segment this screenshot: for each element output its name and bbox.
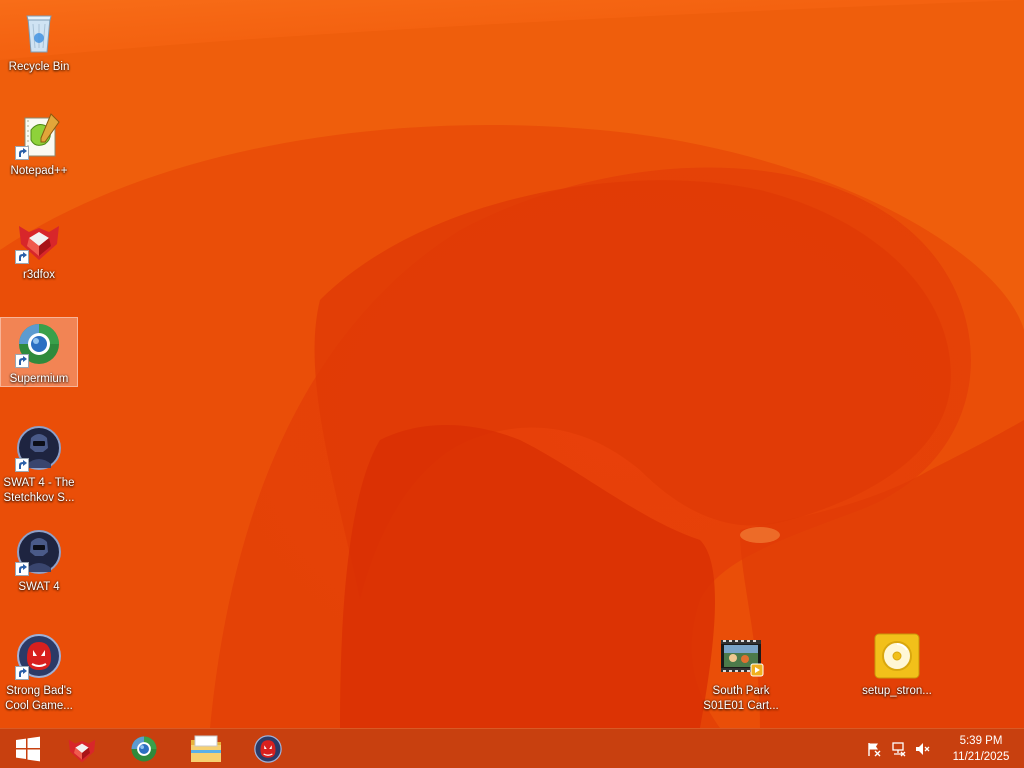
taskbar-pinned-r3dfox[interactable]: [54, 729, 110, 768]
network-icon[interactable]: [886, 729, 910, 768]
start-button[interactable]: [0, 729, 56, 768]
disc-installer-icon: [873, 632, 921, 680]
desktop-icon-setup-installer[interactable]: setup_stron...: [859, 630, 935, 699]
system-tray: 5:39 PM 11/21/2025: [862, 729, 1024, 768]
shortcut-arrow-icon: [15, 250, 29, 264]
strong-bad-game-icon: [15, 632, 63, 680]
desktop-icon-supermium[interactable]: Supermium: [0, 317, 78, 387]
volume-muted-icon[interactable]: [910, 729, 934, 768]
strong-bad-game-icon: [253, 734, 283, 764]
r3dfox-icon: [15, 216, 63, 264]
desktop-icon-label: Supermium: [9, 373, 69, 385]
taskbar-pinned-strong-bad-game[interactable]: [240, 729, 296, 768]
supermium-icon: [129, 734, 159, 764]
wallpaper: [0, 0, 1024, 728]
desktop-icon-label: South Park S01E01 Cart...: [703, 685, 779, 712]
shortcut-arrow-icon: [15, 666, 29, 680]
notepad-plus-plus-icon: [15, 112, 63, 160]
r3dfox-icon: [66, 733, 98, 765]
desktop-icon-notepad-plus-plus[interactable]: Notepad++: [1, 110, 77, 179]
clock-date: 11/21/2025: [952, 751, 1010, 763]
desktop-icon-label: Notepad++: [10, 165, 68, 177]
shortcut-arrow-icon: [15, 562, 29, 576]
desktop-icon-label: Recycle Bin: [8, 61, 70, 73]
taskbar-pinned-supermium[interactable]: [116, 729, 172, 768]
recycle-bin-icon: [15, 8, 63, 56]
file-explorer-icon: [190, 734, 222, 764]
desktop-icon-label: Strong Bad's Cool Game...: [5, 685, 73, 712]
desktop-icon-label: SWAT 4: [18, 581, 60, 593]
taskbar-pinned-file-explorer[interactable]: [178, 729, 234, 768]
clock-time: 5:39 PM: [959, 735, 1003, 747]
shortcut-arrow-icon: [15, 354, 29, 368]
taskbar-clock[interactable]: 5:39 PM 11/21/2025: [942, 733, 1020, 765]
swat4-icon: [15, 528, 63, 576]
shortcut-arrow-icon: [15, 146, 29, 160]
desktop[interactable]: Recycle Bin Notepad++ r3dfox Supermium S…: [0, 0, 1024, 728]
desktop-icon-swat4-stetchkov[interactable]: SWAT 4 - The Stetchkov S...: [1, 422, 77, 506]
desktop-icon-recycle-bin[interactable]: Recycle Bin: [1, 6, 77, 75]
desktop-icon-label: setup_stron...: [862, 685, 932, 697]
desktop-icon-label: r3dfox: [23, 269, 55, 281]
supermium-icon: [15, 320, 63, 368]
swat4-stetchkov-icon: [15, 424, 63, 472]
taskbar: 5:39 PM 11/21/2025: [0, 728, 1024, 768]
action-center-flag-icon[interactable]: [862, 729, 886, 768]
desktop-icon-r3dfox[interactable]: r3dfox: [1, 214, 77, 283]
desktop-icon-south-park-video[interactable]: South Park S01E01 Cart...: [703, 630, 779, 714]
shortcut-arrow-icon: [15, 458, 29, 472]
desktop-icon-label: SWAT 4 - The Stetchkov S...: [3, 477, 75, 504]
desktop-icon-strong-bad-game[interactable]: Strong Bad's Cool Game...: [1, 630, 77, 714]
windows-start-icon: [15, 736, 41, 762]
desktop-icon-swat4[interactable]: SWAT 4: [1, 526, 77, 595]
video-file-icon: [717, 632, 765, 680]
